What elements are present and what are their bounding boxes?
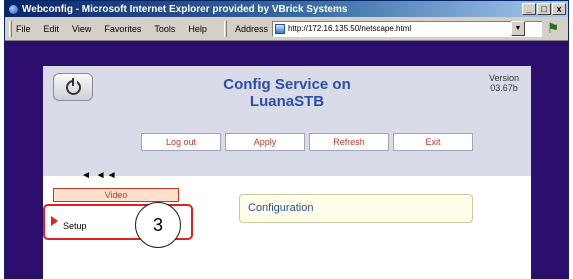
menu-edit[interactable]: Edit [44,24,60,34]
version-info: Version 03.67b [489,73,519,93]
close-button[interactable]: x [552,3,566,15]
toolbar-grip [9,20,12,37]
window-title: Webconfig - Microsoft Internet Explorer … [22,3,348,15]
refresh-button[interactable]: Refresh [309,133,389,151]
video-tab[interactable]: Video [53,188,179,202]
setup-label: Setup [63,221,87,231]
address-label: Address [234,23,268,34]
window-controls: _ □ x [521,3,566,15]
page-title-line1: Config Service on [223,76,351,93]
logout-button[interactable]: Log out [141,133,221,151]
nav-bar: Log out Apply Refresh Exit [141,133,473,151]
back-arrows[interactable]: ◄ ◄◄ [81,170,117,181]
ie-icon [8,3,19,15]
page-title: Config Service on LuanaSTB [43,76,531,110]
page-content: Config Service on LuanaSTB Version 03.67… [43,66,531,279]
menu-toolbar: File Edit View Favorites Tools Help Addr… [5,17,568,41]
title-bar: Webconfig - Microsoft Internet Explorer … [5,1,568,17]
address-url: http://172.16.135.50/netscape.html [287,24,412,33]
step-callout: 3 [135,202,181,248]
menu-tools[interactable]: Tools [154,24,175,34]
menu-file[interactable]: File [16,24,31,34]
menu-favorites[interactable]: Favorites [104,24,141,34]
address-dropdown-button[interactable]: ▼ [511,21,525,36]
browser-window: Webconfig - Microsoft Internet Explorer … [4,0,569,279]
page-title-line2: LuanaSTB [249,93,325,110]
apply-button[interactable]: Apply [225,133,305,151]
minimize-button[interactable]: _ [522,3,536,15]
configuration-panel: Configuration [239,194,473,223]
menu-view[interactable]: View [72,24,91,34]
page-header: Config Service on LuanaSTB Version 03.67… [43,66,531,176]
maximize-button[interactable]: □ [537,3,551,15]
page-icon [274,23,285,34]
toolbar-grip [223,20,227,37]
exit-button[interactable]: Exit [393,133,473,151]
windows-logo-icon: ⚑ [542,19,564,38]
version-label: Version [488,73,519,83]
version-value: 03.67b [490,83,518,93]
menu-help[interactable]: Help [188,24,207,34]
triangle-right-icon [51,216,58,226]
